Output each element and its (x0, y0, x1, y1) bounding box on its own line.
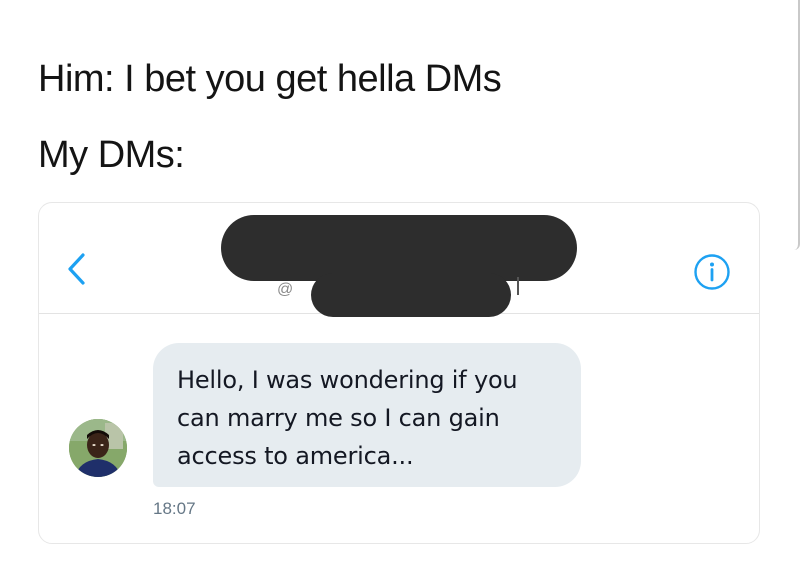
message-line-2: can marry me so I can gain (177, 404, 500, 432)
page-edge-divider (790, 0, 800, 250)
conversation-header: @ (39, 203, 759, 317)
handle-residue (517, 277, 519, 295)
message-timestamp: 18:07 (153, 499, 196, 518)
caption-line-1: Him: I bet you get hella DMs (38, 58, 502, 100)
handle-prefix: @ (277, 281, 294, 298)
info-circle-icon (694, 254, 730, 290)
message-bubble[interactable]: Hello, I was wondering if you can marry … (153, 343, 581, 487)
chevron-left-icon (68, 253, 85, 285)
back-button[interactable] (63, 251, 93, 287)
dm-screenshot: @ Hello, I was wondering if you can marr… (38, 202, 760, 544)
redacted-display-name (221, 215, 577, 281)
avatar-photo (69, 419, 127, 477)
caption-line-2: My DMs: (38, 134, 185, 176)
message-line-3: access to america... (177, 442, 414, 470)
sender-avatar[interactable] (69, 419, 127, 477)
message-line-1: Hello, I was wondering if you (177, 366, 518, 394)
redacted-username (311, 273, 511, 317)
info-button[interactable] (693, 253, 731, 291)
